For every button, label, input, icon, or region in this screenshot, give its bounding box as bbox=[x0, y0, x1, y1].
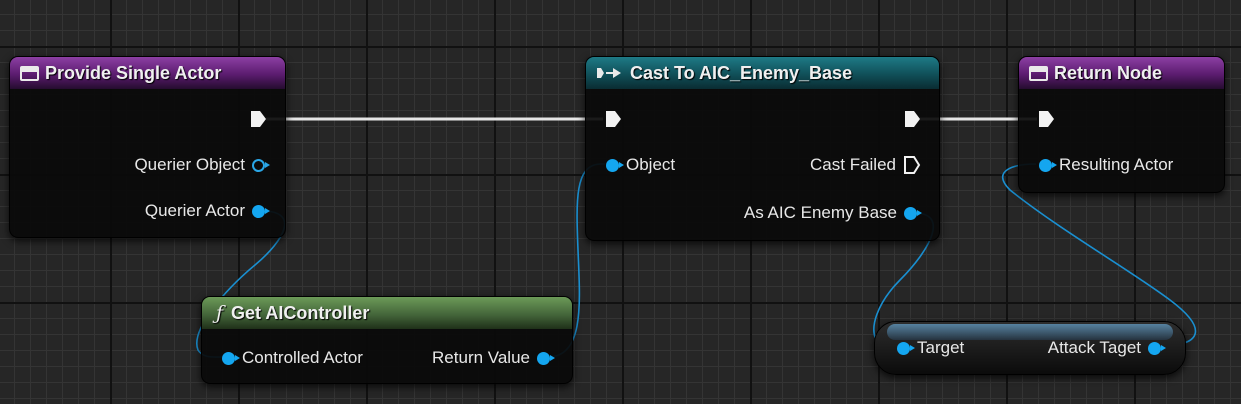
exec-output-pin[interactable] bbox=[249, 109, 267, 129]
exec-input-pin[interactable] bbox=[1037, 109, 1055, 129]
object-pin-icon bbox=[897, 341, 915, 355]
exec-output-pin[interactable] bbox=[903, 109, 921, 129]
node-title: Get AIController bbox=[231, 302, 370, 323]
provide-single-actor-node[interactable]: Provide Single Actor Querier Object Quer… bbox=[9, 56, 286, 238]
pin-label: Cast Failed bbox=[810, 155, 896, 174]
pin-label: As AIC Enemy Base bbox=[743, 203, 897, 222]
node-title: Cast To AIC_Enemy_Base bbox=[630, 62, 853, 83]
node-header[interactable]: ƒ Get AIController bbox=[202, 297, 572, 329]
return-node[interactable]: Return Node Resulting Actor bbox=[1018, 56, 1225, 193]
attack-target-getter-node[interactable]: Target Attack Taget bbox=[874, 321, 1186, 375]
pin-label: Attack Taget bbox=[1047, 338, 1141, 357]
object-pin-icon bbox=[252, 158, 270, 172]
get-aicontroller-node[interactable]: ƒ Get AIController Controlled Actor Retu… bbox=[201, 296, 573, 384]
pin-label: Controlled Actor bbox=[242, 348, 363, 367]
object-pin[interactable]: Object bbox=[606, 155, 675, 175]
controlled-actor-pin[interactable]: Controlled Actor bbox=[222, 348, 363, 368]
exec-pin-icon bbox=[251, 111, 266, 127]
pin-label: Querier Object bbox=[134, 155, 245, 174]
attack-taget-pin[interactable]: Attack Taget bbox=[1047, 338, 1166, 358]
object-pin-icon bbox=[222, 351, 240, 365]
object-pin-icon bbox=[1148, 341, 1166, 355]
exec-pin-outline-icon bbox=[904, 156, 921, 174]
object-pin-icon bbox=[252, 204, 270, 218]
exec-input-pin[interactable] bbox=[604, 109, 622, 129]
resulting-actor-pin[interactable]: Resulting Actor bbox=[1039, 155, 1173, 175]
object-pin-icon bbox=[537, 351, 555, 365]
pin-label: Querier Actor bbox=[144, 201, 245, 220]
node-header[interactable]: Cast To AIC_Enemy_Base bbox=[586, 57, 939, 89]
object-pin-icon bbox=[606, 158, 624, 172]
exec-pin-icon bbox=[1039, 111, 1054, 127]
f-function-icon: ƒ bbox=[216, 302, 224, 324]
cast-exec-icon bbox=[596, 66, 624, 80]
function-node-icon bbox=[20, 65, 39, 81]
object-pin-icon bbox=[904, 206, 922, 220]
node-title: Return Node bbox=[1054, 62, 1162, 83]
exec-pin-icon bbox=[905, 111, 920, 127]
as-aic-enemy-base-pin[interactable]: As AIC Enemy Base bbox=[743, 203, 922, 223]
pin-label: Return Value bbox=[432, 348, 530, 367]
object-pin-icon bbox=[1039, 158, 1057, 172]
node-title: Provide Single Actor bbox=[45, 62, 222, 83]
return-value-pin[interactable]: Return Value bbox=[432, 348, 555, 368]
node-header[interactable]: Return Node bbox=[1019, 57, 1224, 89]
querier-actor-pin[interactable]: Querier Actor bbox=[144, 201, 270, 221]
cast-failed-pin[interactable]: Cast Failed bbox=[810, 155, 921, 175]
function-node-icon bbox=[1029, 65, 1048, 81]
querier-object-pin[interactable]: Querier Object bbox=[134, 155, 270, 175]
pin-label: Target bbox=[917, 338, 965, 357]
pin-label: Object bbox=[626, 155, 676, 174]
node-header[interactable]: Provide Single Actor bbox=[10, 57, 285, 89]
target-pin[interactable]: Target bbox=[897, 338, 964, 358]
exec-pin-icon bbox=[606, 111, 621, 127]
pin-label: Resulting Actor bbox=[1059, 155, 1174, 174]
cast-to-aic-enemy-base-node[interactable]: Cast To AIC_Enemy_Base Object Cast Faile… bbox=[585, 56, 940, 241]
